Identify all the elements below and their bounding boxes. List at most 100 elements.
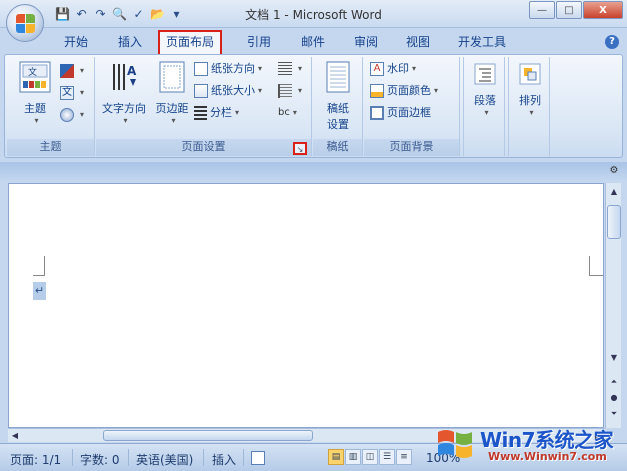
group-label-page-background: 页面背景 bbox=[364, 139, 459, 156]
breaks-button[interactable]: ▾ bbox=[278, 59, 302, 79]
tab-view[interactable]: 视图 bbox=[400, 32, 436, 54]
group-label-themes: 主题 bbox=[7, 139, 94, 156]
svg-text:文: 文 bbox=[28, 66, 37, 78]
status-separator bbox=[243, 449, 244, 466]
ruler-bar: ⚙ bbox=[0, 162, 627, 182]
page-color-label: 页面颜色 bbox=[387, 84, 431, 97]
scroll-down-icon[interactable]: ▼ bbox=[607, 351, 621, 365]
theme-fonts-button[interactable]: 文 ▾ bbox=[60, 83, 84, 103]
office-button[interactable] bbox=[6, 4, 44, 42]
document-page[interactable]: ↵ bbox=[8, 183, 604, 428]
text-direction-button[interactable]: A 文字方向 ▾ bbox=[98, 61, 150, 125]
margins-icon bbox=[159, 61, 185, 93]
vertical-scrollbar[interactable]: ▲ ▼ ⏶ ● ⏷ bbox=[605, 183, 621, 428]
themes-button[interactable]: 文 主题 ▾ bbox=[13, 61, 57, 125]
hyphenation-button[interactable]: bc ▾ bbox=[278, 103, 297, 123]
scroll-up-icon[interactable]: ▲ bbox=[607, 185, 621, 199]
effects-icon bbox=[60, 108, 74, 122]
draft-settings-label-1: 稿纸 bbox=[327, 102, 349, 115]
next-page-icon[interactable]: ⏷ bbox=[607, 407, 621, 421]
watermark-text: Win7系统之家 bbox=[480, 428, 614, 452]
previous-page-icon[interactable]: ⏶ bbox=[607, 375, 621, 389]
theme-colors-button[interactable]: ▾ bbox=[60, 61, 84, 81]
orientation-label: 纸张方向 bbox=[211, 62, 255, 75]
margins-label: 页边距 bbox=[155, 102, 189, 115]
arrange-label: 排列 bbox=[519, 94, 541, 107]
watermark-label: 水印 bbox=[387, 62, 409, 75]
text-direction-icon: A bbox=[113, 64, 137, 90]
group-draft-paper: 稿纸 设置 稿纸 bbox=[313, 57, 363, 156]
page-borders-button[interactable]: 页面边框 bbox=[370, 103, 431, 123]
print-layout-view-icon[interactable]: ▤ bbox=[328, 449, 344, 465]
ribbon-tabs: 开始 插入 页面布局 引用 邮件 审阅 视图 开发工具 ? bbox=[0, 28, 627, 54]
group-paragraph[interactable]: 段落 ▾ bbox=[463, 57, 505, 156]
page-color-button[interactable]: 页面颜色 ▾ bbox=[370, 81, 438, 101]
paragraph-button[interactable]: 段落 ▾ bbox=[467, 63, 503, 117]
scroll-left-icon[interactable]: ◀ bbox=[8, 429, 22, 442]
watermark-icon: A bbox=[370, 62, 384, 76]
page-borders-label: 页面边框 bbox=[387, 106, 431, 119]
status-separator bbox=[203, 449, 204, 466]
restore-button[interactable]: □ bbox=[556, 1, 582, 19]
group-page-setup: A 文字方向 ▾ 页边距 ▾ 纸张方向 ▾ 纸张大小 ▾ 分栏 ▾ ▾ ▾ bc… bbox=[96, 57, 312, 156]
paragraph-mark: ↵ bbox=[33, 282, 46, 300]
macro-record-icon[interactable] bbox=[251, 451, 265, 465]
tab-page-layout[interactable]: 页面布局 bbox=[158, 30, 223, 54]
columns-icon bbox=[194, 106, 207, 120]
browse-object-icon[interactable]: ● bbox=[607, 391, 621, 405]
windows-logo-icon bbox=[438, 430, 472, 458]
watermark-button[interactable]: A 水印 ▾ bbox=[370, 59, 416, 79]
minimize-button[interactable]: — bbox=[529, 1, 555, 19]
tab-references[interactable]: 引用 bbox=[241, 32, 277, 54]
web-layout-view-icon[interactable]: ◫ bbox=[362, 449, 378, 465]
full-screen-reading-view-icon[interactable]: ▥ bbox=[345, 449, 361, 465]
group-arrange[interactable]: 排列 ▾ bbox=[508, 57, 550, 156]
tab-home[interactable]: 开始 bbox=[58, 32, 94, 54]
svg-text:A: A bbox=[127, 64, 137, 78]
office-logo-icon bbox=[16, 14, 35, 33]
draft-paper-icon bbox=[326, 61, 350, 93]
page-borders-icon bbox=[370, 106, 384, 120]
status-page[interactable]: 页面: 1/1 bbox=[10, 451, 61, 468]
ribbon: 文 主题 ▾ ▾ 文 ▾ ▾ 主题 A 文字方向 ▾ 页边距 ▾ 纸张方向 ▾ … bbox=[4, 54, 623, 158]
vertical-scroll-thumb[interactable] bbox=[607, 205, 621, 239]
chevron-down-icon: ▾ bbox=[123, 116, 128, 125]
chevron-down-icon: ▾ bbox=[529, 108, 534, 117]
draft-view-icon[interactable]: ≡ bbox=[396, 449, 412, 465]
themes-label: 主题 bbox=[24, 102, 46, 115]
paragraph-label: 段落 bbox=[474, 94, 496, 107]
palette-icon bbox=[60, 64, 74, 78]
tab-review[interactable]: 审阅 bbox=[348, 32, 384, 54]
chevron-down-icon: ▾ bbox=[484, 108, 489, 117]
line-numbers-button[interactable]: ▾ bbox=[278, 81, 302, 101]
group-label-draft-paper: 稿纸 bbox=[313, 139, 362, 156]
tab-developer[interactable]: 开发工具 bbox=[452, 32, 512, 54]
group-page-background: A 水印 ▾ 页面颜色 ▾ 页面边框 页面背景 bbox=[364, 57, 460, 156]
watermark-url: Www.Winwin7.com bbox=[488, 450, 607, 463]
margin-marker-left bbox=[33, 256, 45, 276]
orientation-button[interactable]: 纸张方向 ▾ bbox=[194, 59, 262, 79]
draft-settings-label-2: 设置 bbox=[327, 118, 349, 131]
ruler-toggle-icon[interactable]: ⚙ bbox=[607, 165, 621, 179]
status-word-count[interactable]: 字数: 0 bbox=[80, 451, 120, 468]
tab-mailings[interactable]: 邮件 bbox=[295, 32, 331, 54]
close-button[interactable]: X bbox=[583, 1, 623, 19]
group-label-page-setup: 页面设置 bbox=[96, 139, 311, 156]
status-separator bbox=[128, 449, 129, 466]
status-language[interactable]: 英语(美国) bbox=[136, 451, 193, 468]
margins-button[interactable]: 页边距 ▾ bbox=[152, 61, 192, 125]
page-setup-dialog-launcher[interactable]: ↘ bbox=[293, 142, 307, 155]
outline-view-icon[interactable]: ☰ bbox=[379, 449, 395, 465]
view-buttons: ▤ ▥ ◫ ☰ ≡ bbox=[328, 449, 413, 465]
arrange-button[interactable]: 排列 ▾ bbox=[512, 63, 548, 117]
theme-effects-button[interactable]: ▾ bbox=[60, 105, 84, 125]
size-button[interactable]: 纸张大小 ▾ bbox=[194, 81, 262, 101]
size-label: 纸张大小 bbox=[211, 84, 255, 97]
draft-settings-button[interactable]: 稿纸 设置 bbox=[316, 61, 360, 132]
columns-button[interactable]: 分栏 ▾ bbox=[194, 103, 239, 123]
horizontal-scroll-thumb[interactable] bbox=[103, 430, 313, 441]
status-insert-mode[interactable]: 插入 bbox=[212, 451, 236, 468]
tab-insert[interactable]: 插入 bbox=[112, 32, 148, 54]
help-icon[interactable]: ? bbox=[605, 35, 619, 49]
chevron-down-icon: ▾ bbox=[34, 116, 39, 125]
